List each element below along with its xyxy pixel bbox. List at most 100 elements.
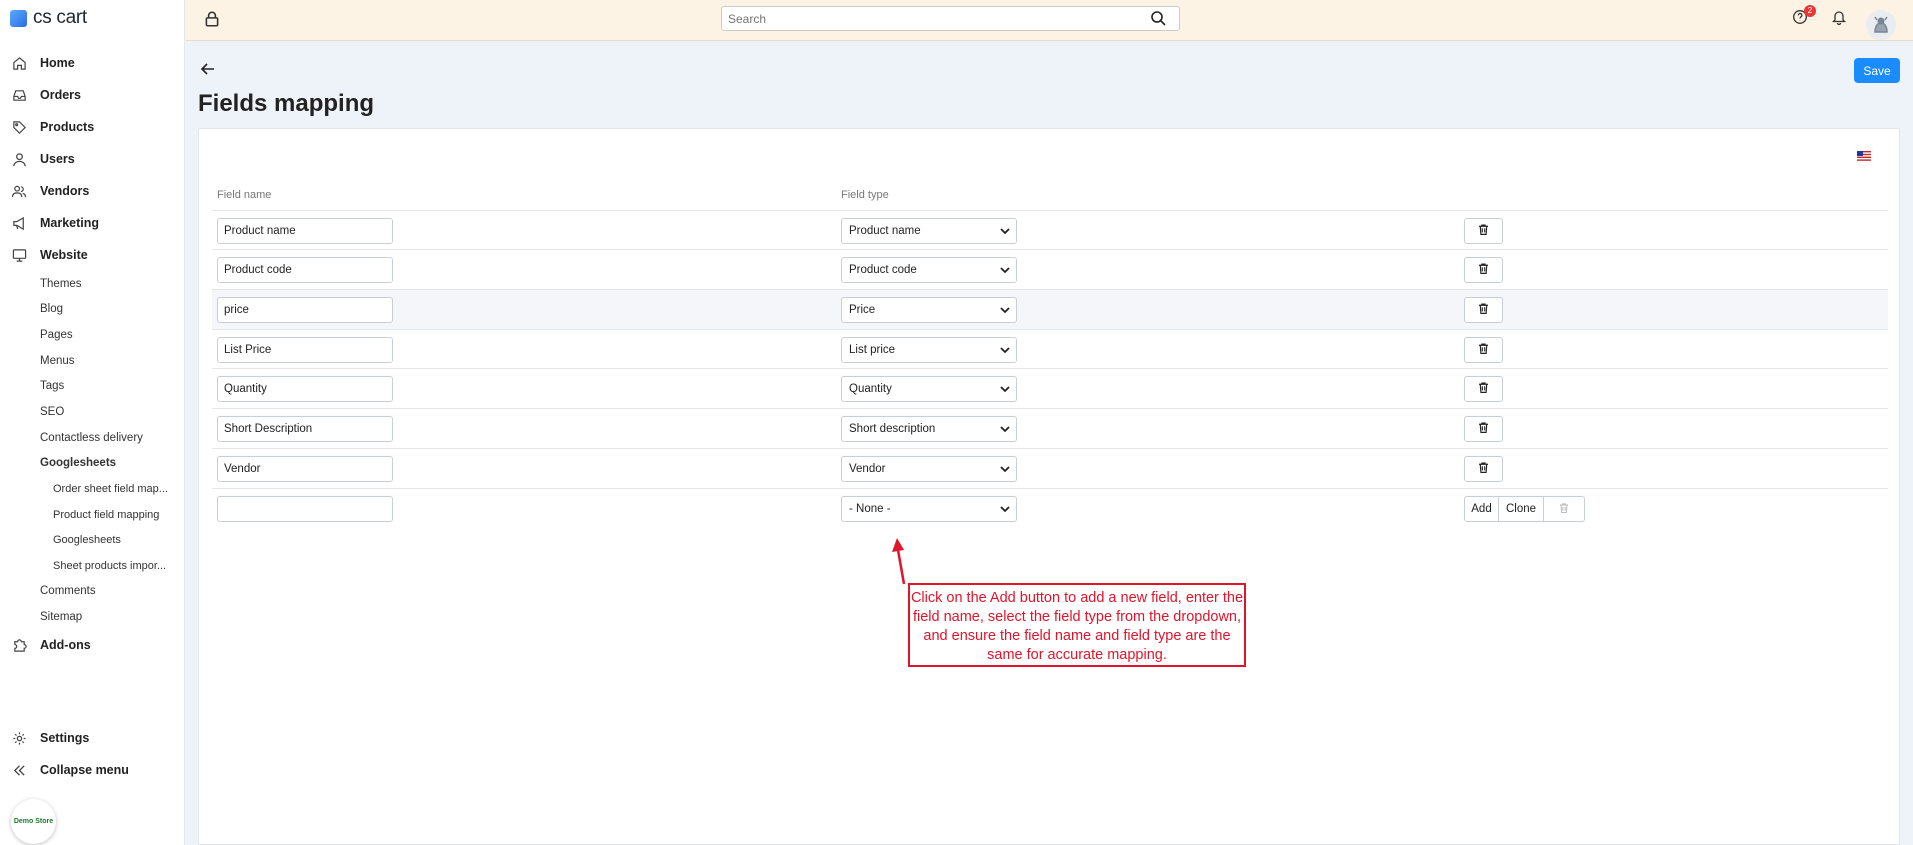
field-type-value: Product code <box>849 264 917 276</box>
sidebar-item-addons[interactable]: Add-ons <box>0 631 185 659</box>
field-name-input[interactable] <box>217 456 393 482</box>
trash-icon <box>1477 223 1490 239</box>
field-name-input[interactable] <box>217 416 393 442</box>
avatar[interactable] <box>1866 10 1896 40</box>
megaphone-icon <box>11 215 27 231</box>
field-type-value: Vendor <box>849 463 886 475</box>
field-type-value: Quantity <box>849 383 892 395</box>
trash-icon <box>1477 262 1490 278</box>
delete-row-button[interactable] <box>1464 416 1503 442</box>
delete-row-button[interactable] <box>1464 257 1503 283</box>
tag-icon <box>11 119 27 135</box>
delete-row-button[interactable] <box>1464 337 1503 363</box>
sidebar-item-marketing[interactable]: Marketing <box>0 209 185 237</box>
sidebar-item-label: Collapse menu <box>40 763 129 777</box>
sidebar-sub-sitemap[interactable]: Sitemap <box>40 611 82 623</box>
new-row-button-group: Add Clone <box>1464 496 1585 522</box>
field-type-select[interactable]: Product code <box>841 257 1017 283</box>
field-name-input[interactable] <box>217 376 393 402</box>
table-row: List price <box>212 329 1888 369</box>
sidebar-item-label: Vendors <box>40 184 90 198</box>
sidebar-sub-pages[interactable]: Pages <box>40 329 73 341</box>
field-name-input[interactable] <box>217 337 393 363</box>
trash-icon <box>1477 461 1490 477</box>
new-field-type-value: - None - <box>849 503 891 515</box>
field-type-value: Product name <box>849 225 921 237</box>
trash-icon <box>1477 302 1490 318</box>
remove-new-row-button[interactable] <box>1544 496 1585 522</box>
field-type-select[interactable]: Quantity <box>841 376 1017 402</box>
demo-store-badge[interactable]: Demo Store <box>11 799 56 844</box>
field-name-input[interactable] <box>217 218 393 244</box>
field-type-select[interactable]: Product name <box>841 218 1017 244</box>
annotation-callout: Click on the Add button to add a new fie… <box>908 583 1246 667</box>
table-row: Vendor <box>212 448 1888 488</box>
table-row: Product name <box>212 210 1888 250</box>
sidebar-item-settings[interactable]: Settings <box>0 724 185 752</box>
field-type-select[interactable]: Vendor <box>841 456 1017 482</box>
sidebar-sub-googlesheets[interactable]: Googlesheets <box>40 457 116 469</box>
sidebar-sub-tags[interactable]: Tags <box>40 380 64 392</box>
logo-mark-icon <box>10 9 27 27</box>
sidebar-item-label: Products <box>40 120 95 134</box>
sidebar-sub2-googlesheets[interactable]: Googlesheets <box>53 534 121 546</box>
clone-button[interactable]: Clone <box>1499 496 1544 522</box>
field-type-select[interactable]: List price <box>841 337 1017 363</box>
sidebar-item-vendors[interactable]: Vendors <box>0 177 185 205</box>
new-field-name-input[interactable] <box>217 496 393 522</box>
delete-row-button[interactable] <box>1464 456 1503 482</box>
logo[interactable]: cs cart <box>10 6 87 30</box>
sidebar-item-website[interactable]: Website <box>0 241 185 269</box>
field-name-input[interactable] <box>217 297 393 323</box>
sidebar-sub-themes[interactable]: Themes <box>40 278 82 290</box>
puzzle-icon <box>11 637 27 653</box>
us-flag-icon[interactable] <box>1857 148 1871 161</box>
sidebar-sub2-order-sheet-field-mapping[interactable]: Order sheet field map... <box>53 483 168 495</box>
trash-icon <box>1558 502 1570 517</box>
delete-row-button[interactable] <box>1464 297 1503 323</box>
new-field-type-select[interactable]: - None - <box>841 496 1017 522</box>
sidebar-sub-menus[interactable]: Menus <box>40 355 75 367</box>
column-header-field-type: Field type <box>841 189 889 201</box>
delete-row-button[interactable] <box>1464 218 1503 244</box>
table-row: Short description <box>212 408 1888 448</box>
chevron-down-icon <box>999 423 1011 435</box>
sidebar-item-orders[interactable]: Orders <box>0 81 185 109</box>
sidebar-item-label: Marketing <box>40 216 100 230</box>
table-row: Price <box>212 289 1888 329</box>
column-header-field-name: Field name <box>217 189 272 201</box>
save-button[interactable]: Save <box>1854 58 1900 83</box>
notification-badge: 2 <box>1804 5 1816 17</box>
sidebar-sub2-product-field-mapping[interactable]: Product field mapping <box>53 509 159 521</box>
chevron-down-icon <box>999 383 1011 395</box>
sidebar-item-home[interactable]: Home <box>0 49 185 77</box>
add-button[interactable]: Add <box>1464 496 1499 522</box>
sidebar: cs cart Home Orders Products Users Vendo… <box>0 0 185 845</box>
collapse-menu-button[interactable]: Collapse menu <box>0 756 185 784</box>
chevron-down-icon <box>999 225 1011 237</box>
delete-row-button[interactable] <box>1464 376 1503 402</box>
lock-icon[interactable] <box>203 10 221 28</box>
chevron-down-icon <box>999 503 1011 515</box>
back-arrow-icon[interactable] <box>200 61 220 81</box>
sidebar-sub-blog[interactable]: Blog <box>40 303 63 315</box>
sidebar-item-label: Website <box>40 248 88 262</box>
field-name-input[interactable] <box>217 257 393 283</box>
sidebar-sub-contactless-delivery[interactable]: Contactless delivery <box>40 432 143 444</box>
sidebar-item-label: Home <box>40 56 75 70</box>
sidebar-item-products[interactable]: Products <box>0 113 185 141</box>
double-chevron-left-icon <box>11 762 27 778</box>
sidebar-sub-seo[interactable]: SEO <box>40 406 64 418</box>
sidebar-sub2-sheet-products-import[interactable]: Sheet products impor... <box>53 560 166 572</box>
field-type-select[interactable]: Price <box>841 297 1017 323</box>
sidebar-item-users[interactable]: Users <box>0 145 185 173</box>
sidebar-sub-comments[interactable]: Comments <box>40 585 96 597</box>
search-icon[interactable] <box>1150 10 1168 28</box>
search-input[interactable] <box>721 6 1180 31</box>
sidebar-item-label: Add-ons <box>40 638 91 652</box>
gear-icon <box>11 730 27 746</box>
bell-icon[interactable] <box>1831 9 1849 27</box>
sidebar-item-label: Settings <box>40 731 90 745</box>
field-type-select[interactable]: Short description <box>841 416 1017 442</box>
chevron-down-icon <box>999 264 1011 276</box>
